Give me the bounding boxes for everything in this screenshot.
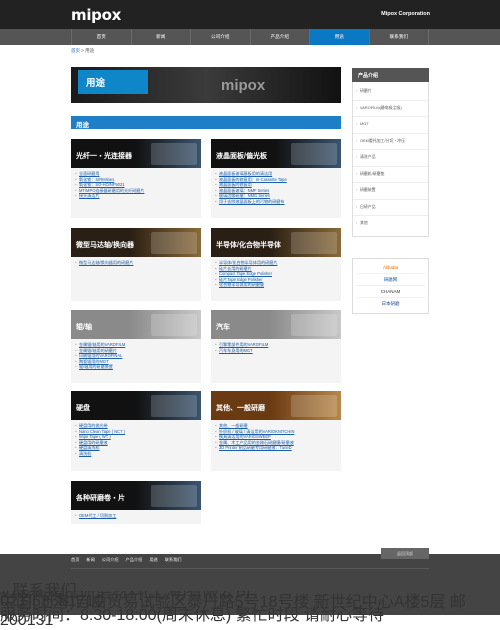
partner-yanmo[interactable]: 研磨网 — [356, 274, 425, 286]
card-image — [291, 232, 337, 254]
section-title: 用途 — [71, 116, 341, 129]
card-automotive: 汽车 引擎零部件用的VAROFILM 汽车车身用的MGT — [211, 310, 341, 383]
card-link[interactable]: 化合物半导体用的研磨膜 — [215, 282, 336, 288]
footer-nav-company[interactable]: 公司介绍 — [102, 557, 119, 563]
card-title: 各种研磨卷・片 — [76, 495, 125, 502]
footer-contact-button[interactable]: ✉ 联系我们 — [0, 577, 500, 600]
card-image — [151, 485, 197, 507]
card-link[interactable]: 微型马达轴/换向器用的研磨片 — [75, 260, 196, 266]
card-image — [151, 232, 197, 254]
header: mipox Mipox Corporation — [0, 0, 500, 29]
partner-chanam[interactable]: CHANAM — [356, 286, 425, 298]
corporation-name: Mipox Corporation — [381, 11, 430, 17]
card-banner[interactable]: 半导体/化合物半导体 — [211, 228, 341, 257]
card-title: 半导体/化合物半导体 — [216, 242, 281, 249]
partner-links: Alibaba 研磨网 CHANAM 日本研磨 — [352, 258, 429, 314]
footer-divider — [71, 568, 429, 569]
nav-products[interactable]: 产品介绍 — [251, 29, 310, 45]
card-hard-disk: 硬盘 硬盘用的抛光带 Nano Clean Tape ( NCT ) Wipe … — [71, 391, 201, 471]
sidebar-heading: 产品介绍 — [352, 68, 429, 82]
card-image — [151, 143, 197, 165]
sidebar-item-equipment[interactable]: 研磨装置 — [353, 183, 428, 200]
card-image — [151, 395, 197, 417]
sidebar-item-polishing-sheet[interactable]: 研磨片 — [353, 84, 428, 101]
sidebar-item-cleaning[interactable]: 清洗产品 — [353, 150, 428, 167]
card-title: 汽车 — [216, 324, 230, 331]
card-title: 其他、一般研磨 — [216, 405, 265, 412]
card-banner[interactable]: 液晶面板/偏光板 — [211, 139, 341, 168]
card-fiber-optics: 光纤一・光连接器 全面研磨用 氧化铁：SIRIMines 氧化铁：SO-HO/N… — [71, 139, 201, 218]
card-banner[interactable]: 硬盘 — [71, 391, 201, 420]
nav-contact[interactable]: 联系我们 — [370, 29, 429, 45]
hero-watermark: mipox — [221, 77, 266, 94]
footer-nav-products[interactable]: 产品介绍 — [126, 557, 143, 563]
partner-japan-polishing[interactable]: 日本研磨 — [356, 298, 425, 310]
main-nav: 首页 新闻 公司介绍 产品介绍 用途 联系我们 — [0, 29, 500, 45]
back-to-top-button[interactable]: 返回顶部 — [381, 548, 429, 559]
card-title: 硬盘 — [76, 405, 90, 412]
hero-banner: 用途 mipox — [71, 67, 341, 103]
card-lcd-panel: 液晶面板/偏光板 液晶面板玻璃基板用的清洁用 液晶面板的修复用：In-Casse… — [211, 139, 341, 218]
card-title: 辊/轴 — [76, 324, 92, 331]
card-image — [151, 314, 197, 336]
card-general-polishing: 其他、一般研磨 其他、一般研磨 针织机 / 玻璃 / 清洁用的VARIOKNIT… — [211, 391, 341, 471]
card-title: 光纤一・光连接器 — [76, 153, 132, 160]
footer-nav-applications[interactable]: 用途 — [149, 557, 157, 563]
nav-applications[interactable]: 用途 — [310, 29, 370, 45]
footer-nav: 首页 新闻 公司介绍 产品介绍 用途 联系我们 — [71, 557, 181, 563]
card-banner[interactable]: 汽车 — [211, 310, 341, 339]
card-banner[interactable]: 光纤一・光连接器 — [71, 139, 201, 168]
card-banner[interactable]: 辊/轴 — [71, 310, 201, 339]
card-link[interactable]: 用于去除液晶面板上的污物的研磨布 — [215, 199, 336, 205]
partner-alibaba[interactable]: Alibaba — [356, 262, 425, 274]
card-semiconductor: 半导体/化合物半导体 半导体/化合物半导体用的研磨片 硅片长用的研磨片 Comp… — [211, 228, 341, 301]
sidebar-item-oem[interactable]: OEM委托加工/分切・冲压 — [353, 134, 428, 150]
footer-nav-contact[interactable]: 联系我们 — [165, 557, 182, 563]
site-logo[interactable]: mipox — [71, 6, 121, 24]
breadcrumb-current: 用途 — [85, 48, 95, 53]
card-title: 微型马达轴/换向器 — [76, 242, 134, 249]
footer-contact-label: 联系我们 — [12, 583, 77, 600]
sidebar-item-mgt[interactable]: MGT — [353, 117, 428, 134]
card-banner[interactable]: 其他、一般研磨 — [211, 391, 341, 420]
card-image — [291, 395, 337, 417]
card-link[interactable]: 接头清洁片 — [75, 193, 196, 199]
sidebar: 产品介绍 研磨片 VAROFILM(静电吸尘吸) MGT OEM委托加工/分切・… — [352, 68, 429, 237]
footer-nav-home[interactable]: 首页 — [71, 557, 79, 563]
mail-icon: ✉ — [0, 592, 6, 598]
sidebar-item-japan-products[interactable]: 日研产品 — [353, 200, 428, 216]
card-link[interactable]: 3D Printer 制品研磨专用研磨液：TuneD — [215, 445, 336, 451]
nav-company[interactable]: 公司介绍 — [191, 29, 251, 45]
hero-title: 用途 — [86, 78, 106, 89]
nav-home[interactable]: 首页 — [71, 29, 132, 45]
card-link[interactable]: 辊/轴用的研磨装置 — [75, 364, 196, 370]
sidebar-item-varofilm[interactable]: VAROFILM(静电吸尘吸) — [353, 101, 428, 117]
card-micro-motor: 微型马达轴/换向器 微型马达轴/换向器用的研磨片 — [71, 228, 201, 301]
card-banner[interactable]: 微型马达轴/换向器 — [71, 228, 201, 257]
breadcrumb: 首页 > 用途 — [71, 48, 95, 53]
card-polishing-rolls: 各种研磨卷・片 OEM代工 / 切割加工 — [71, 481, 201, 524]
card-image — [291, 143, 337, 165]
card-link[interactable]: OEM代工 / 切割加工 — [75, 513, 196, 519]
sidebar-item-other[interactable]: 其他 — [353, 216, 428, 233]
card-link[interactable]: 清洗机 — [75, 451, 196, 457]
footer-nav-news[interactable]: 新闻 — [86, 557, 94, 563]
card-rollers: 辊/轴 金属辊/轴用的VAROFILM 金属辊/轴用的研磨片 印刷辊用的VARO… — [71, 310, 201, 383]
card-image — [291, 314, 337, 336]
card-link[interactable]: 汽车车身用的MGT — [215, 348, 336, 354]
nav-news[interactable]: 新闻 — [132, 29, 191, 45]
breadcrumb-home-link[interactable]: 首页 — [71, 48, 80, 53]
card-title: 液晶面板/偏光板 — [216, 153, 267, 160]
hero-title-block: 用途 — [78, 70, 148, 94]
card-banner[interactable]: 各种研磨卷・片 — [71, 481, 201, 510]
sidebar-item-machines[interactable]: 研磨机/研磨垫 — [353, 167, 428, 183]
footer-hours: 服务时间：8:30-18:00(周末休息) 繁忙时段 请耐心等待 — [0, 607, 385, 624]
